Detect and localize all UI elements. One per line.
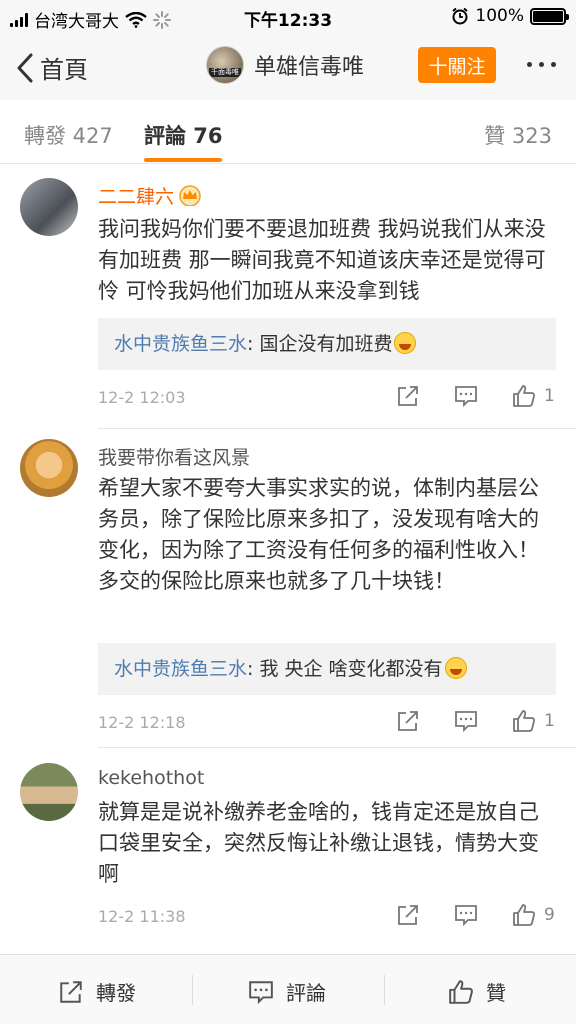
back-button[interactable]: 首頁 <box>14 50 88 85</box>
divider <box>98 428 576 429</box>
reply-text: : 我 央企 啥变化都没有 <box>247 658 443 680</box>
like-button[interactable]: 贊 <box>448 977 506 1006</box>
like-count: 9 <box>544 905 555 925</box>
repost-button[interactable]: 轉發 <box>58 977 136 1006</box>
comment-text: 就算是是说补缴养老金啥的，钱肯定还是放自己口袋里安全，突然反悔让补缴让退钱，情势… <box>98 800 539 886</box>
separator <box>192 975 193 1005</box>
comment-time: 12-2 12:18 <box>98 713 186 732</box>
like-count: 1 <box>544 711 555 731</box>
tab-bar: 轉發 427 評論 76 贊 323 <box>0 100 576 164</box>
active-tab-indicator <box>144 158 222 162</box>
comment-text: 希望大家不要夸大事实求实的说，体制内基层公务员，除了保险比原来多扣了，没发现有啥… <box>98 476 539 593</box>
comment-icon[interactable] <box>454 384 478 408</box>
divider <box>98 747 576 748</box>
comment-icon <box>249 980 273 1004</box>
battery-icon <box>530 7 569 25</box>
tab-likes[interactable]: 贊 323 <box>484 120 552 150</box>
like-icon[interactable] <box>512 709 536 733</box>
laugh-cry-emoji-icon <box>394 332 417 354</box>
separator <box>384 975 385 1005</box>
laugh-cry-emoji-icon <box>444 657 467 679</box>
reply-text: : 国企没有加班费 <box>247 333 393 355</box>
reply-preview[interactable]: 水中贵族鱼三水: 国企没有加班费 <box>98 318 556 370</box>
tab-comments[interactable]: 評論 76 <box>144 120 223 150</box>
status-bar: 台湾大哥大 下午12:33 100% <box>0 0 576 36</box>
share-icon[interactable] <box>396 384 420 408</box>
nav-bar: 首頁 千面毒唯 单雄信毒唯 十關注 <box>0 36 576 100</box>
chevron-left-icon <box>17 53 33 82</box>
like-icon[interactable] <box>512 903 536 927</box>
comment-author-name: 二二肆六 <box>98 186 175 208</box>
comment-time: 12-2 11:38 <box>98 907 186 926</box>
share-icon <box>60 980 82 1003</box>
comment-author-name[interactable]: 我要带你看这风景 <box>98 443 250 470</box>
crown-icon <box>179 185 201 206</box>
comment-time: 12-2 12:03 <box>98 388 186 407</box>
reply-preview[interactable]: 水中贵族鱼三水: 我 央企 啥变化都没有 <box>98 643 556 695</box>
back-label: 首頁 <box>40 56 88 84</box>
share-icon[interactable] <box>396 903 420 927</box>
comment-icon[interactable] <box>454 709 478 733</box>
avatar[interactable] <box>20 439 78 497</box>
follow-button[interactable]: 十關注 <box>418 47 496 83</box>
like-count: 1 <box>544 386 555 406</box>
like-icon[interactable] <box>512 384 536 408</box>
share-icon[interactable] <box>396 709 420 733</box>
bottom-action-bar: 轉發 評論 贊 <box>0 954 576 1024</box>
like-label: 贊 <box>486 981 506 1005</box>
reply-author[interactable]: 水中贵族鱼三水 <box>114 333 247 355</box>
reply-author[interactable]: 水中贵族鱼三水 <box>114 658 247 680</box>
avatar[interactable] <box>20 178 78 236</box>
comment-button[interactable]: 評論 <box>248 977 326 1006</box>
battery-percent: 100% <box>475 6 524 26</box>
author-avatar[interactable]: 千面毒唯 <box>206 46 244 84</box>
comment-author-name[interactable]: kekehothot <box>98 767 204 789</box>
alarm-icon <box>452 7 469 25</box>
comment-author[interactable]: 二二肆六 <box>98 182 202 209</box>
more-icon[interactable] <box>527 62 556 67</box>
avatar-caption: 千面毒唯 <box>209 68 241 77</box>
tab-repost[interactable]: 轉發 427 <box>24 120 113 150</box>
comment-icon[interactable] <box>454 903 478 927</box>
repost-label: 轉發 <box>96 981 136 1005</box>
page-title[interactable]: 单雄信毒唯 <box>254 49 364 81</box>
avatar[interactable] <box>20 763 78 821</box>
comment-label: 評論 <box>286 981 326 1005</box>
like-icon <box>449 979 473 1004</box>
comment-text: 我问我妈你们要不要退加班费 我妈说我们从来没有加班费 那一瞬间我竟不知道该庆幸还… <box>98 217 546 303</box>
